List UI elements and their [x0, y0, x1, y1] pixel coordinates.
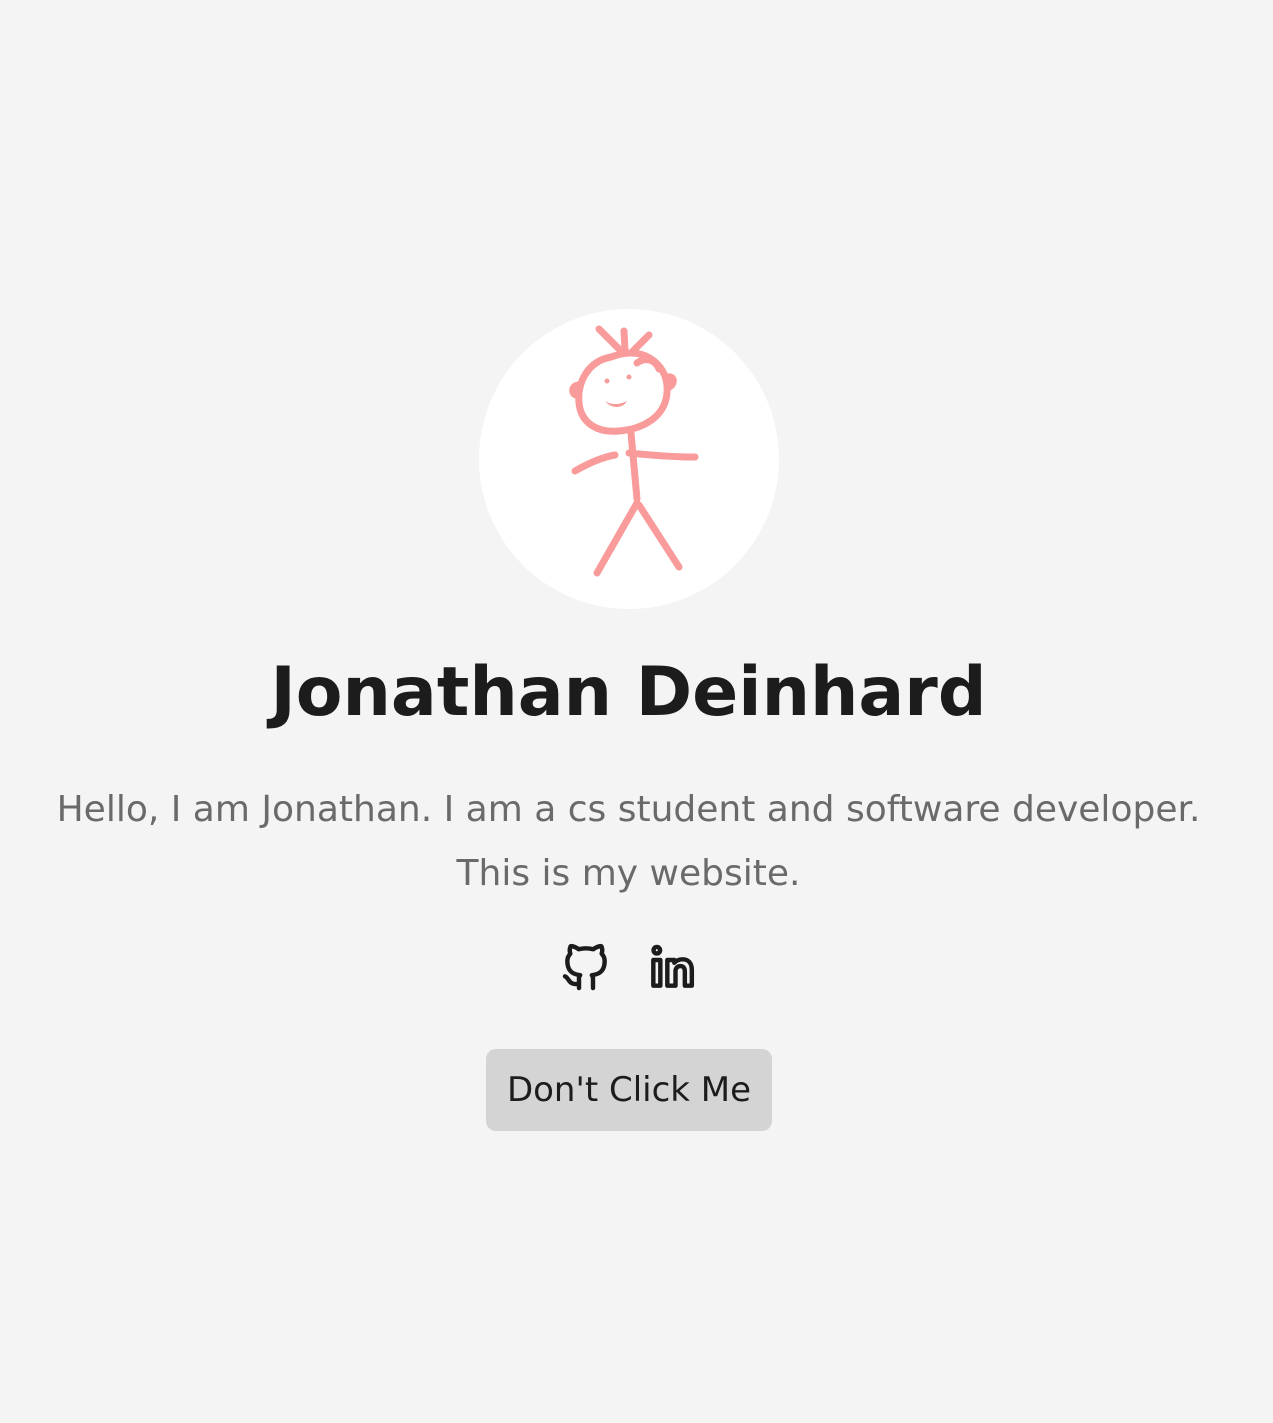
linkedin-icon	[651, 944, 695, 988]
linkedin-link[interactable]	[644, 938, 700, 996]
intro-line-2: This is my website.	[456, 853, 801, 894]
avatar	[479, 309, 779, 609]
dont-click-me-button[interactable]: Don't Click Me	[486, 1049, 772, 1131]
intro-text: Hello, I am Jonathan. I am a cs student …	[40, 778, 1217, 906]
github-icon	[562, 943, 607, 991]
github-link[interactable]	[558, 938, 614, 996]
page-title: Jonathan Deinhard	[270, 653, 987, 732]
intro-line-1: Hello, I am Jonathan. I am a cs student …	[56, 789, 1201, 830]
landing-page: Jonathan Deinhard Hello, I am Jonathan. …	[0, 0, 1273, 1423]
stick-figure-icon	[569, 325, 699, 577]
social-links	[558, 938, 700, 996]
